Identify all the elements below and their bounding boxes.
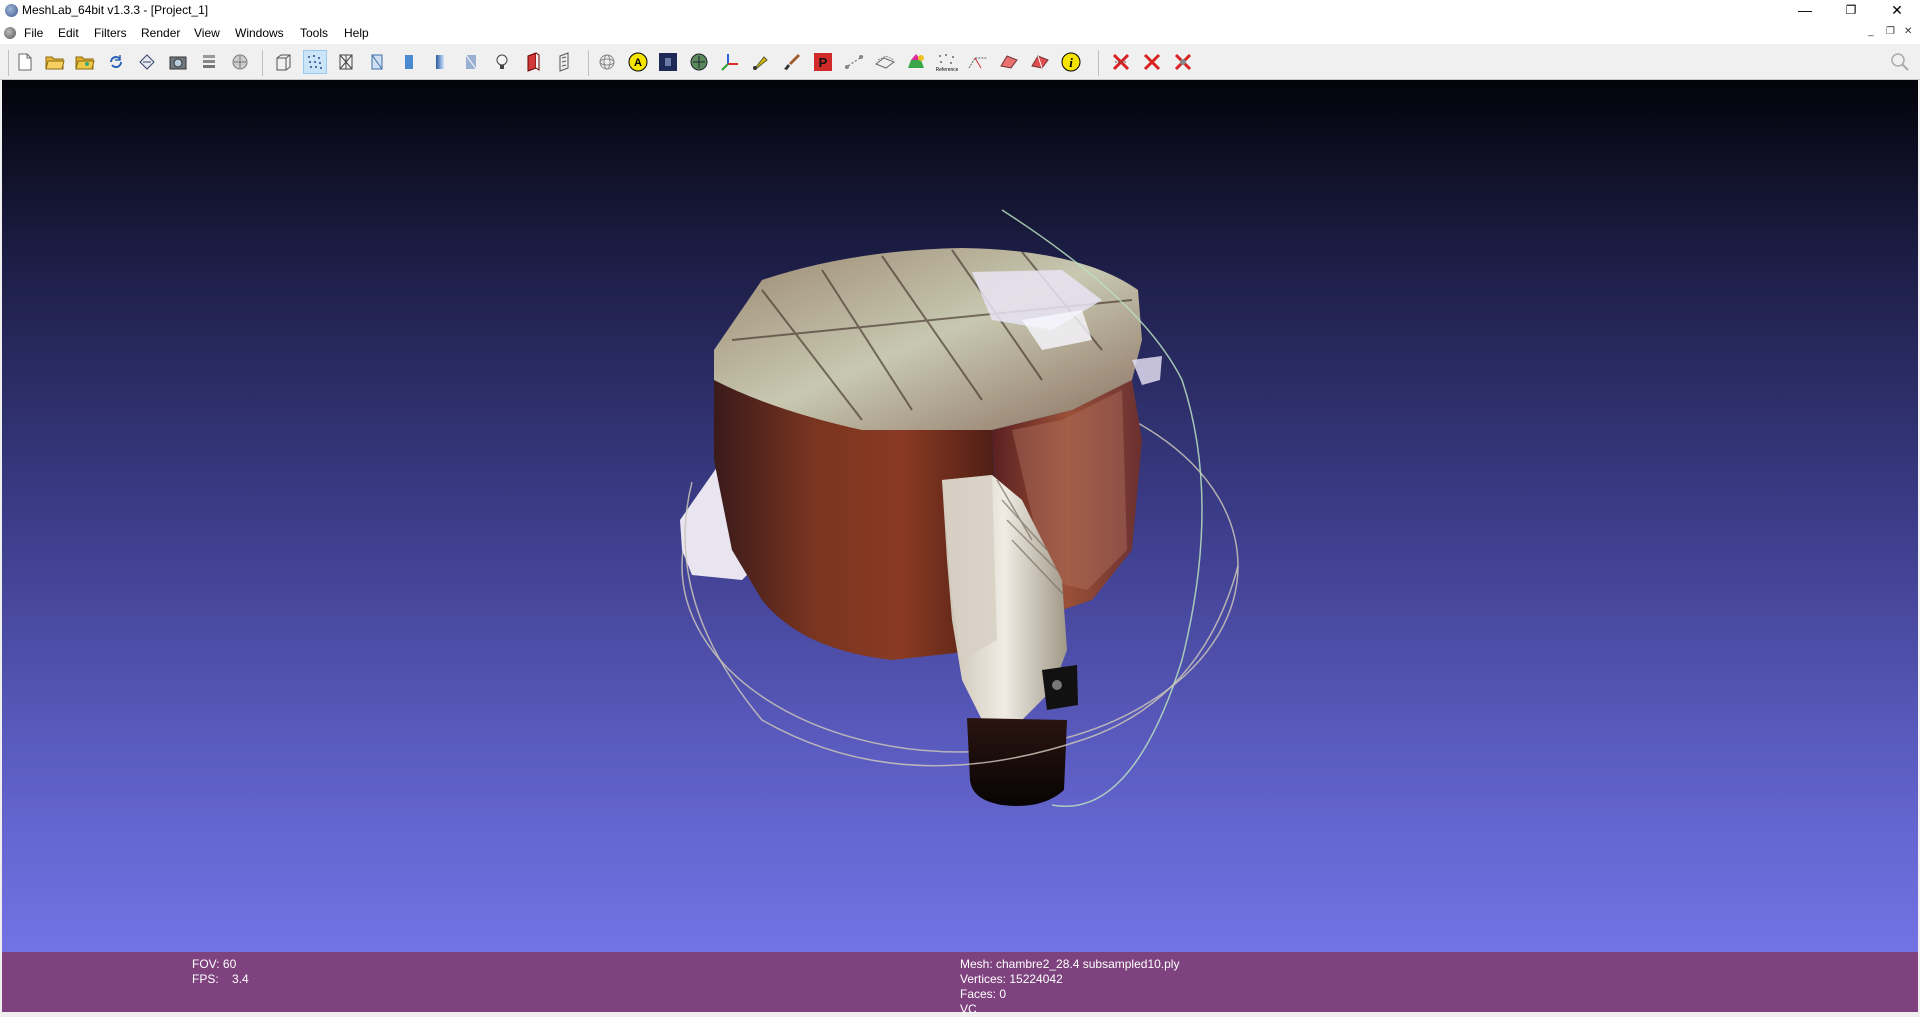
fps-label: FPS: xyxy=(192,972,219,986)
menu-render[interactable]: Render xyxy=(141,26,180,40)
axis-icon[interactable] xyxy=(718,50,742,74)
bounding-box-icon[interactable] xyxy=(271,50,295,74)
smooth-render-icon[interactable] xyxy=(428,50,452,74)
fov-label: FOV: xyxy=(192,957,220,971)
delete-faces-icon[interactable] xyxy=(1109,50,1133,74)
measure-icon[interactable] xyxy=(842,50,866,74)
search-icon[interactable] xyxy=(1888,50,1912,74)
open-folder-icon[interactable] xyxy=(43,50,67,74)
align-icon[interactable] xyxy=(873,50,897,74)
color-palette-icon[interactable] xyxy=(904,50,928,74)
back-face-icon[interactable] xyxy=(553,50,577,74)
minimize-button[interactable]: — xyxy=(1782,0,1828,22)
svg-text:Reference: Reference xyxy=(936,67,958,72)
select-faces-icon[interactable] xyxy=(966,50,990,74)
decorate-icon[interactable] xyxy=(687,50,711,74)
mesh-name: Mesh: chambre2_28.4 subsampled10.ply xyxy=(960,957,1180,971)
select-connected-icon[interactable] xyxy=(1028,50,1052,74)
mdi-close-button[interactable]: ✕ xyxy=(1904,26,1912,37)
fov-value: 60 xyxy=(222,957,237,971)
toolbar-separator xyxy=(588,50,589,76)
toolbar-grip xyxy=(8,50,9,76)
paint-icon[interactable] xyxy=(749,50,773,74)
delete-vertices-icon[interactable] xyxy=(1140,50,1164,74)
texture-render-icon[interactable] xyxy=(459,50,483,74)
vertex-color-flag: VC xyxy=(960,1002,977,1016)
points-render-icon[interactable] xyxy=(303,50,327,74)
brush-icon[interactable] xyxy=(780,50,804,74)
mdi-child-icon[interactable] xyxy=(4,27,16,39)
layers-icon[interactable] xyxy=(197,50,221,74)
import-mesh-icon[interactable] xyxy=(228,50,252,74)
delete-selected-icon[interactable] xyxy=(1171,50,1195,74)
status-bar: FOV: 60 FPS: 3.4 Mesh: chambre2_28.4 sub… xyxy=(2,952,1918,1016)
menu-view[interactable]: View xyxy=(194,26,220,40)
select-vertices-icon[interactable] xyxy=(997,50,1021,74)
restore-button[interactable]: ❐ xyxy=(1828,0,1874,22)
meshlab-app-icon xyxy=(5,4,18,17)
fps-value: 3.4 xyxy=(232,972,249,986)
svg-text:A: A xyxy=(634,57,642,69)
double-side-lighting-icon[interactable] xyxy=(521,50,545,74)
light-icon[interactable] xyxy=(490,50,514,74)
menu-bar: File Edit Filters Render View Windows To… xyxy=(0,22,1920,44)
flat-render-icon[interactable] xyxy=(397,50,421,74)
hidden-lines-icon[interactable] xyxy=(365,50,389,74)
snapshot-icon[interactable] xyxy=(166,50,190,74)
open-project-icon[interactable] xyxy=(73,50,97,74)
wireframe-icon[interactable] xyxy=(334,50,358,74)
toolbar-separator xyxy=(262,50,263,76)
mdi-restore-button[interactable]: ❐ xyxy=(1886,26,1895,37)
close-button[interactable]: ✕ xyxy=(1874,0,1920,22)
trackball-icon[interactable] xyxy=(595,50,619,74)
svg-text:i: i xyxy=(1069,55,1073,70)
title-bar: MeshLab_64bit v1.3.3 - [Project_1] — ❐ ✕ xyxy=(0,0,1920,22)
menu-filters[interactable]: Filters xyxy=(94,26,127,40)
mesh-info: Mesh: chambre2_28.4 subsampled10.ply Ver… xyxy=(960,957,1179,1017)
toolbar-separator xyxy=(1098,50,1099,76)
menu-edit[interactable]: Edit xyxy=(58,26,79,40)
menu-file[interactable]: File xyxy=(24,26,43,40)
menu-help[interactable]: Help xyxy=(344,26,369,40)
svg-text:P: P xyxy=(819,55,828,70)
point-cloud-render xyxy=(680,209,1239,807)
reference-icon[interactable]: Reference xyxy=(935,50,959,74)
face-count: Faces: 0 xyxy=(960,987,1007,1001)
vertex-count: Vertices: 15224042 xyxy=(960,972,1063,986)
window-title: MeshLab_64bit v1.3.3 - [Project_1] xyxy=(22,3,209,17)
menu-windows[interactable]: Windows xyxy=(235,26,284,40)
select-area-icon[interactable]: i xyxy=(1059,50,1083,74)
reload-icon[interactable] xyxy=(104,50,128,74)
pick-points-icon[interactable]: P xyxy=(811,50,835,74)
main-toolbar: A P Reference i xyxy=(0,44,1920,80)
3d-viewport[interactable] xyxy=(2,80,1918,952)
annotation-icon[interactable]: A xyxy=(626,50,650,74)
mdi-minimize-button[interactable]: _ xyxy=(1868,26,1874,37)
new-document-icon[interactable] xyxy=(13,50,37,74)
view-info: FOV: 60 FPS: 3.4 xyxy=(192,957,249,987)
texture-icon[interactable] xyxy=(656,50,680,74)
menu-tools[interactable]: Tools xyxy=(300,26,328,40)
save-icon[interactable] xyxy=(135,50,159,74)
